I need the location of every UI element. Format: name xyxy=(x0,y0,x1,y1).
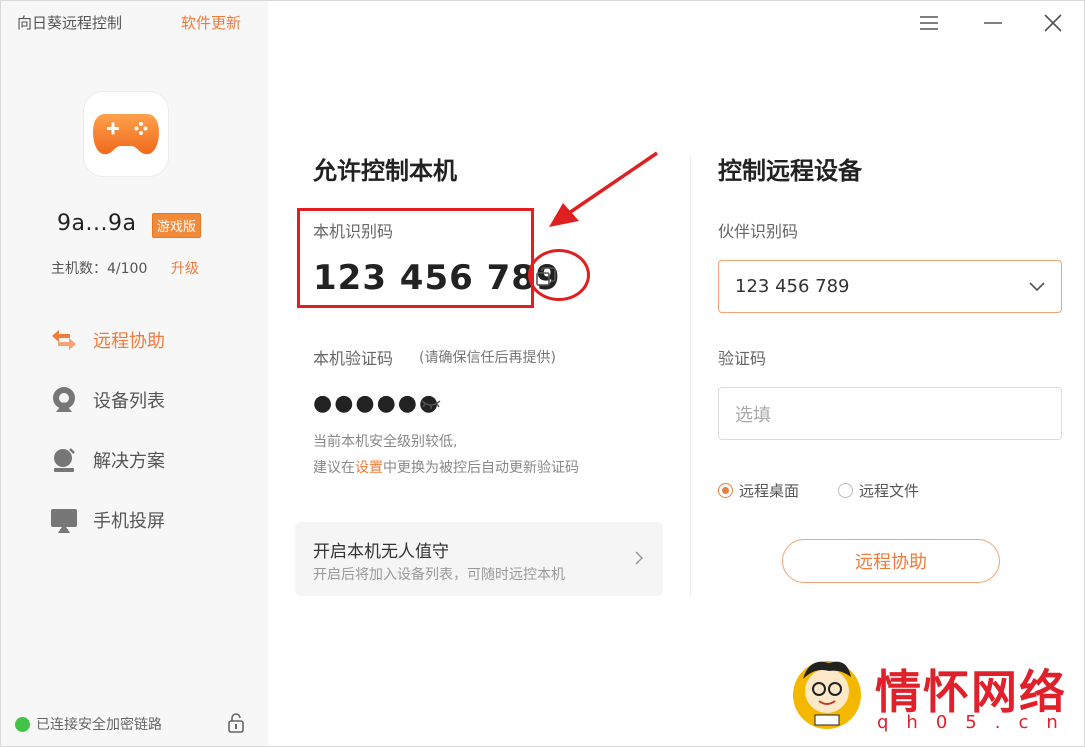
annotation-highlight-box xyxy=(297,208,534,308)
radio-checked-icon xyxy=(718,483,733,498)
upgrade-link[interactable]: 升级 xyxy=(171,258,199,278)
nav-item-remote-assist[interactable]: 远程协助 xyxy=(49,325,249,355)
chevron-down-icon[interactable] xyxy=(1029,281,1045,292)
software-update-link[interactable]: 软件更新 xyxy=(181,12,241,33)
lock-icon[interactable] xyxy=(227,713,245,737)
nav-label: 手机投屏 xyxy=(93,511,165,532)
control-remote-title: 控制远程设备 xyxy=(718,157,862,185)
app-window: 向日葵远程控制 软件更新 9a...9a 游戏版 主机数：4/100 升级 远程… xyxy=(0,0,1085,747)
nav-item-solution[interactable]: 解决方案 xyxy=(49,445,249,475)
remote-assist-icon xyxy=(49,325,79,355)
status-dot-icon xyxy=(15,716,30,732)
allow-control-title: 允许控制本机 xyxy=(313,157,457,185)
unattended-title: 开启本机无人值守 xyxy=(313,542,449,562)
verify-code-note: (请确保信任后再提供) xyxy=(419,350,556,366)
radio-label: 远程桌面 xyxy=(739,482,800,500)
menu-icon[interactable] xyxy=(917,11,941,35)
security-warning-line1: 当前本机安全级别较低, xyxy=(313,434,458,450)
unattended-desc: 开启后将加入设备列表，可随时远控本机 xyxy=(313,567,565,583)
remote-assist-button[interactable]: 远程协助 xyxy=(782,539,1000,583)
app-title: 向日葵远程控制 xyxy=(17,14,123,32)
security-warning-line2: 建议在设置中更换为被控后自动更新验证码 xyxy=(313,457,579,477)
annotation-arrow-icon xyxy=(549,151,658,227)
radio-unchecked-icon xyxy=(838,483,853,498)
radio-remote-file[interactable]: 远程文件 xyxy=(838,480,919,501)
username: 9a...9a xyxy=(57,211,137,236)
status-text: 已连接安全加密链路 xyxy=(36,717,162,733)
nav-label: 设备列表 xyxy=(93,391,165,412)
watermark-sub: qh05.cn xyxy=(877,712,1076,733)
panel-divider xyxy=(690,156,691,596)
warning-text: 建议在 xyxy=(313,460,355,476)
partner-id-label: 伙伴识别码 xyxy=(718,222,799,241)
nav-label: 远程协助 xyxy=(93,331,165,352)
unattended-access-card[interactable]: 开启本机无人值守 开启后将加入设备列表，可随时远控本机 xyxy=(295,522,663,596)
close-icon[interactable] xyxy=(1041,11,1065,35)
chevron-right-icon xyxy=(635,550,644,569)
settings-link[interactable]: 设置 xyxy=(355,460,383,476)
verify-code-placeholder: 选填 xyxy=(735,404,771,426)
verify-code-input-label: 验证码 xyxy=(718,349,767,368)
nav-item-device-list[interactable]: 设备列表 xyxy=(49,385,249,415)
nav-label: 解决方案 xyxy=(93,451,165,472)
connection-status: 已连接安全加密链路 xyxy=(15,714,162,734)
verify-code-input[interactable]: 选填 xyxy=(718,387,1062,440)
nav-item-screen-cast[interactable]: 手机投屏 xyxy=(49,505,249,535)
annotation-highlight-circle xyxy=(528,249,590,301)
radio-label: 远程文件 xyxy=(859,482,920,500)
partner-id-value: 123 456 789 xyxy=(735,276,850,297)
screen-cast-icon xyxy=(49,505,79,535)
radio-remote-desktop[interactable]: 远程桌面 xyxy=(718,480,799,501)
gamepad-icon xyxy=(93,114,159,155)
minimize-icon[interactable] xyxy=(981,11,1005,35)
verify-code-label: 本机验证码 xyxy=(313,349,394,368)
avatar[interactable] xyxy=(83,91,169,177)
eye-closed-icon[interactable] xyxy=(420,396,442,415)
sidebar: 向日葵远程控制 软件更新 9a...9a 游戏版 主机数：4/100 升级 远程… xyxy=(1,1,268,746)
solution-icon xyxy=(49,445,79,475)
warning-text: 中更换为被控后自动更新验证码 xyxy=(383,460,579,476)
device-list-icon xyxy=(49,385,79,415)
host-count: 主机数：4/100 xyxy=(51,261,148,277)
edition-badge: 游戏版 xyxy=(152,213,202,238)
mascot-logo-icon xyxy=(789,651,869,737)
partner-id-input[interactable]: 123 456 789 xyxy=(718,260,1062,313)
